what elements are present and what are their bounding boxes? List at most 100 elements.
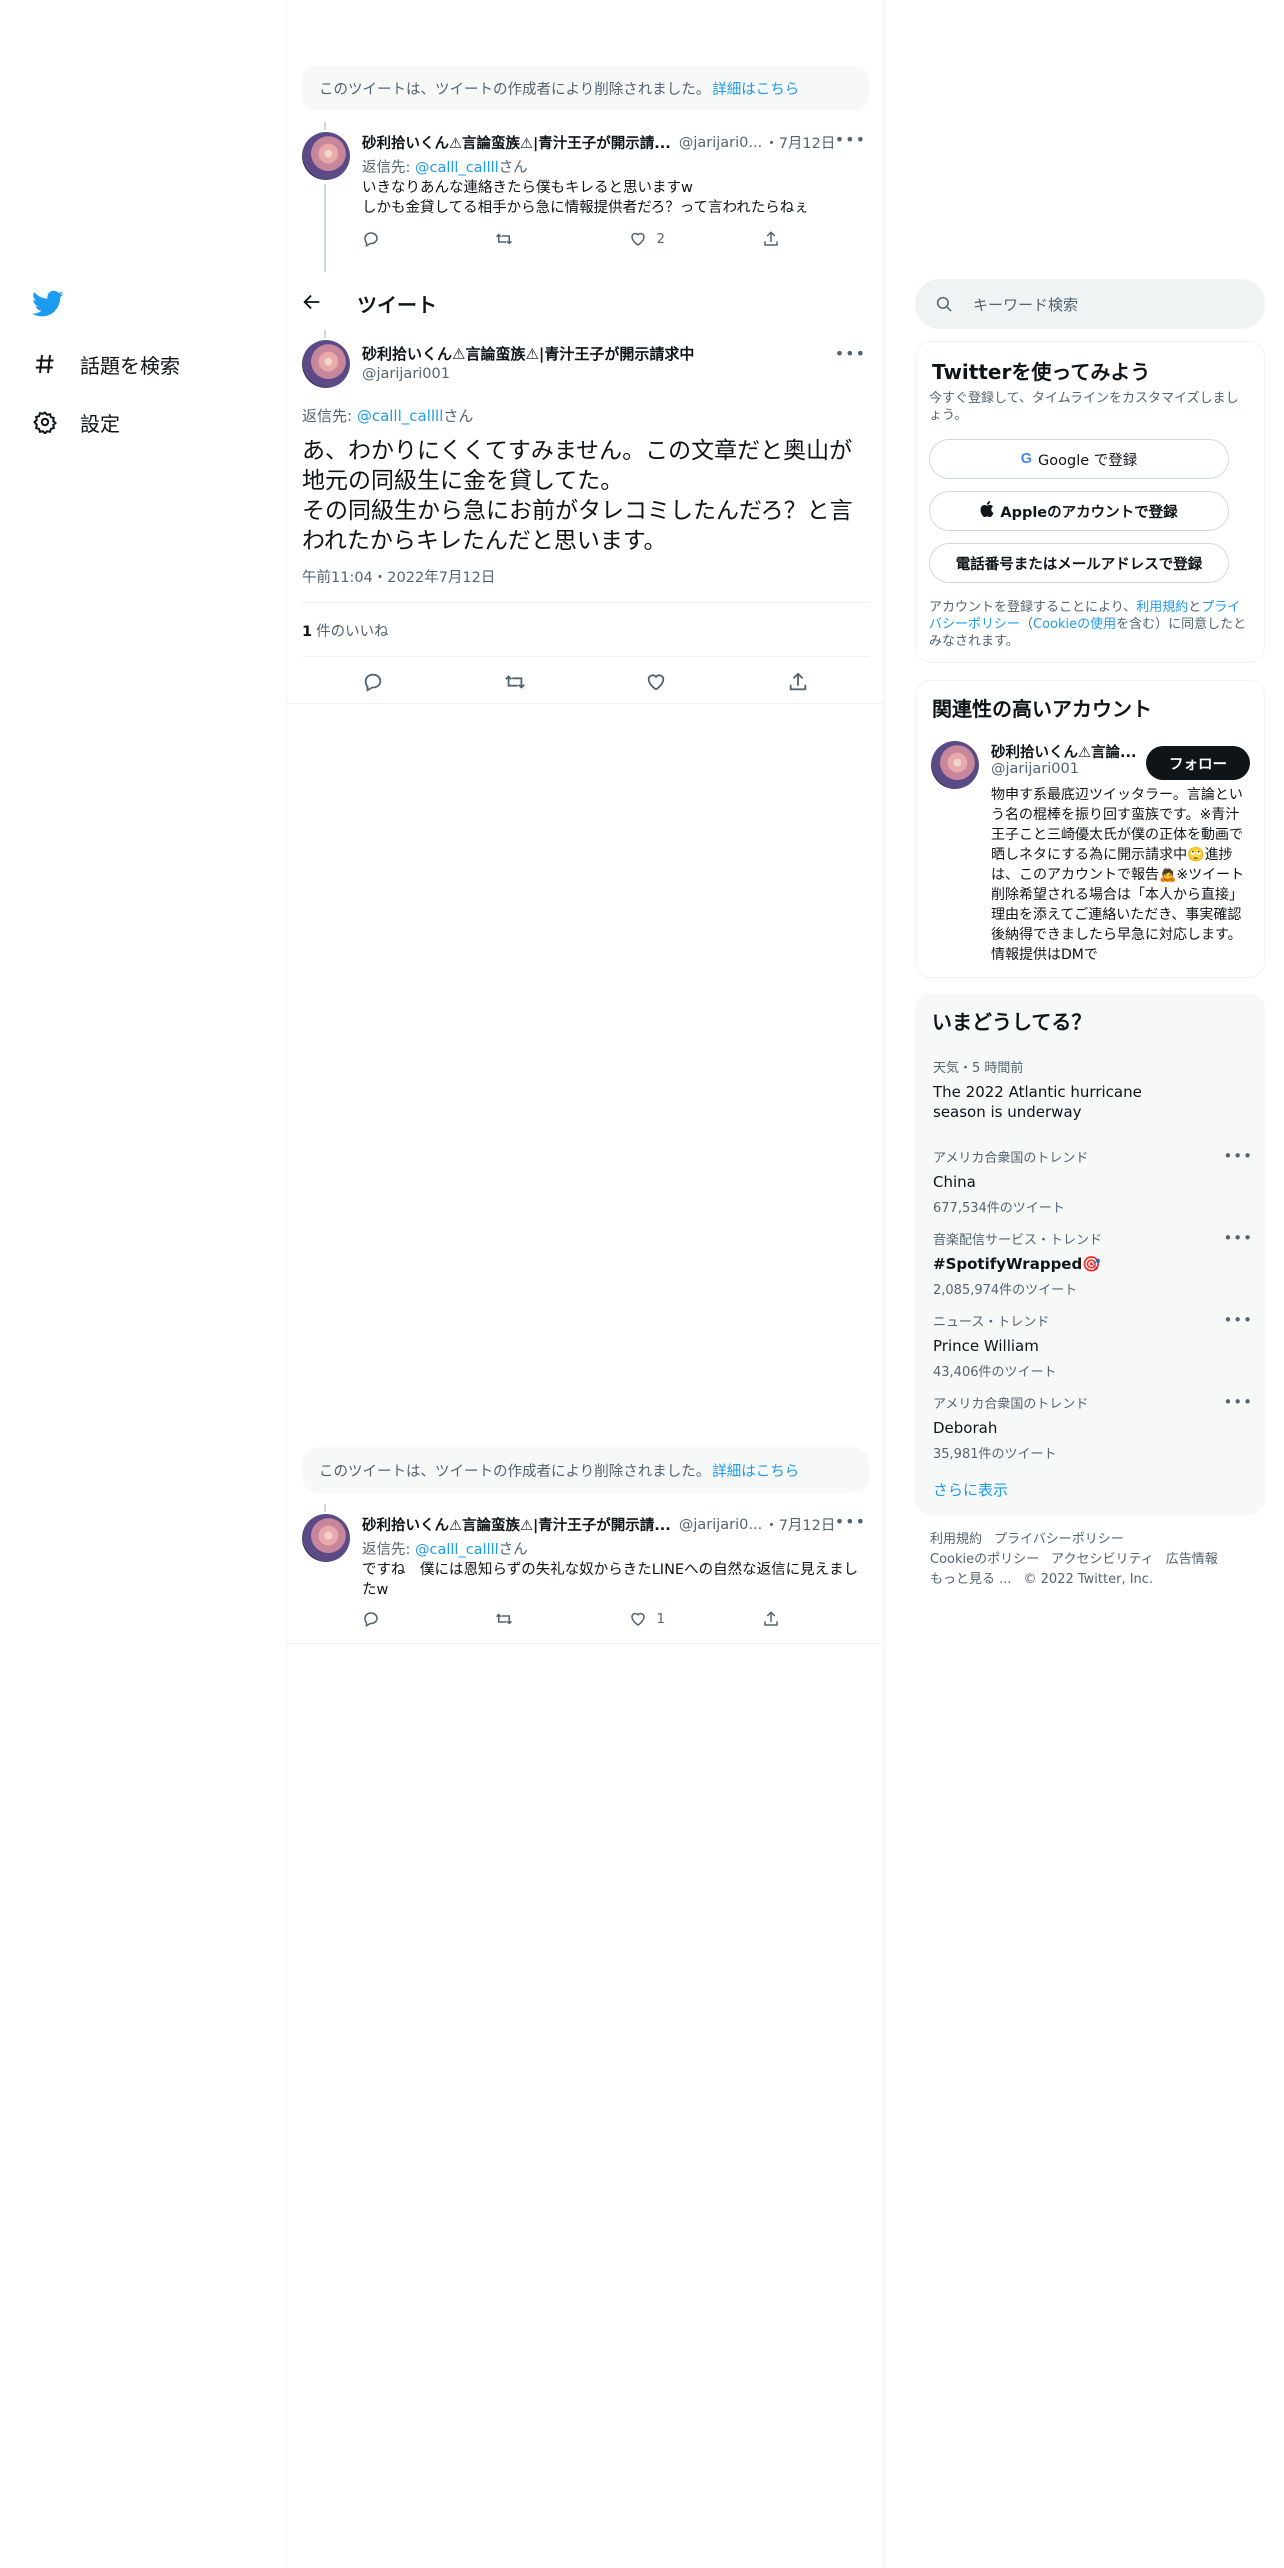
author-handle[interactable]: @jarijari0...	[679, 135, 762, 151]
trends-title: いまどうしてる？	[932, 1010, 1092, 1034]
trend-category: 天気・5 時間前	[933, 1061, 1024, 1076]
learn-more-link[interactable]: 詳細はこちら	[712, 78, 799, 99]
tweet-top[interactable]: 砂利拾いくん⚠言論蛮族⚠|青汁王子が開示請... @jarijari0... ・…	[287, 122, 884, 272]
learn-more-link[interactable]: 詳細はこちら	[712, 1460, 799, 1481]
tweet-text: あ、わかりにくくてすみません。この文章だと奥山が地元の同級生に金を貸してた。 そ…	[302, 438, 853, 554]
page-title: ツイート	[357, 293, 437, 317]
related-name[interactable]: 砂利拾いくん⚠言論...	[991, 741, 1137, 762]
trend-category: アメリカ合衆国のトレンド	[933, 1151, 1089, 1166]
like-button[interactable]: 1	[629, 1610, 669, 1628]
trend-name: Deborah	[933, 1419, 998, 1437]
thread-line	[324, 330, 326, 338]
author-handle[interactable]: @jarijari0...	[679, 1517, 762, 1533]
retweet-button[interactable]	[504, 671, 526, 697]
tweet-header: 砂利拾いくん⚠言論蛮族⚠|青汁王子が開示請... @jarijari0... ・…	[362, 132, 835, 153]
more-icon[interactable]: •••	[1223, 1311, 1253, 1329]
avatar[interactable]	[302, 132, 350, 180]
search-icon	[936, 296, 952, 312]
more-icon[interactable]: •••	[835, 130, 866, 149]
likes-summary[interactable]: 1 件のいいね	[302, 620, 389, 641]
phone-signup-button[interactable]: 電話番号またはメールアドレスで登録	[929, 543, 1229, 583]
trend-item[interactable]: アメリカ合衆国のトレンド Deborah 35,981件のツイート •••	[933, 1393, 1253, 1462]
trend-category: ニュース・トレンド	[933, 1315, 1050, 1330]
show-more-link[interactable]: さらに表示	[933, 1479, 1008, 1500]
heart-icon	[630, 1612, 645, 1626]
avatar[interactable]	[302, 1514, 350, 1562]
more-icon[interactable]: •••	[835, 344, 866, 363]
author-name[interactable]: 砂利拾いくん⚠言論蛮族⚠|青汁王子が開示請...	[362, 1514, 671, 1535]
reply-user-link[interactable]: @calll_callll	[415, 160, 499, 176]
deleted-tweet-notice: このツイートは、ツイートの作成者により削除されました。 詳細はこちら	[302, 65, 869, 111]
more-icon[interactable]: •••	[1223, 1393, 1253, 1411]
share-button[interactable]	[762, 230, 802, 248]
more-icon[interactable]: •••	[835, 1512, 866, 1531]
trend-name: China	[933, 1173, 976, 1191]
nav-explore-label: 話題を検索	[80, 353, 180, 378]
trend-item[interactable]: 音楽配信サービス・トレンド #SpotifyWrapped🎯 2,085,974…	[933, 1229, 1253, 1298]
footer-more-link[interactable]: もっと見る ...	[930, 1572, 1012, 1587]
reply-icon	[364, 1612, 378, 1628]
more-icon[interactable]: •••	[1223, 1147, 1253, 1165]
reply-user-link[interactable]: @calll_callll	[357, 407, 444, 425]
like-count: 2	[656, 231, 665, 247]
tweet-actions: 2	[362, 230, 802, 248]
tweet-bottom[interactable]: 砂利拾いくん⚠言論蛮族⚠|青汁王子が開示請... @jarijari0... ・…	[287, 1504, 884, 1644]
terms-link[interactable]: 利用規約	[1136, 600, 1188, 615]
like-button[interactable]: 2	[629, 230, 669, 248]
more-icon[interactable]: •••	[1223, 1229, 1253, 1247]
footer-cookie-link[interactable]: Cookieのポリシー	[930, 1552, 1039, 1567]
reply-button[interactable]	[362, 230, 402, 248]
reply-icon	[364, 673, 382, 692]
trend-category: アメリカ合衆国のトレンド	[933, 1397, 1089, 1412]
back-arrow-icon[interactable]	[301, 291, 325, 315]
footer-accessibility-link[interactable]: アクセシビリティ	[1051, 1552, 1154, 1567]
trend-category: 音楽配信サービス・トレンド	[933, 1233, 1103, 1248]
gear-icon	[32, 409, 58, 435]
deleted-notice-text: このツイートは、ツイートの作成者により削除されました。	[319, 81, 711, 98]
share-button[interactable]	[787, 671, 809, 697]
author-handle[interactable]: @jarijari001	[362, 366, 450, 382]
retweet-icon	[496, 1613, 513, 1625]
retweet-button[interactable]	[495, 230, 535, 248]
related-accounts-panel: 関連性の高いアカウント 砂利拾いくん⚠言論... @jarijari001 フォ…	[915, 680, 1265, 978]
trend-item[interactable]: 天気・5 時間前 The 2022 Atlantic hurricane sea…	[933, 1057, 1253, 1122]
author-name[interactable]: 砂利拾いくん⚠言論蛮族⚠|青汁王子が開示請...	[362, 132, 671, 153]
nav-settings-label: 設定	[80, 411, 120, 436]
like-button[interactable]	[645, 671, 667, 697]
footer-terms-link[interactable]: 利用規約	[930, 1532, 982, 1547]
tweet-timestamp[interactable]: 午前11:04・2022年7月12日	[302, 566, 495, 587]
twitter-logo-icon[interactable]	[32, 290, 64, 320]
google-signup-button[interactable]: G Google で登録	[929, 439, 1229, 479]
apple-signup-button[interactable]: Appleのアカウントで登録	[929, 491, 1229, 531]
reply-button[interactable]	[362, 671, 384, 697]
trend-item[interactable]: アメリカ合衆国のトレンド China 677,534件のツイート •••	[933, 1147, 1253, 1216]
footer-ads-link[interactable]: 広告情報	[1166, 1552, 1218, 1567]
footer-privacy-link[interactable]: プライバシーポリシー	[994, 1532, 1124, 1547]
author-name[interactable]: 砂利拾いくん⚠言論蛮族⚠|青汁王子が開示請求中	[362, 343, 694, 364]
tweet-date[interactable]: ・7月12日	[764, 132, 835, 153]
tweet-page-header: ツイート	[287, 277, 884, 330]
trend-count: 677,534件のツイート	[933, 1201, 1065, 1216]
like-count: 1	[656, 1611, 665, 1627]
deleted-notice-text: このツイートは、ツイートの作成者により削除されました。	[319, 1463, 711, 1480]
nav-settings[interactable]: 設定	[32, 402, 120, 442]
trend-item[interactable]: ニュース・トレンド Prince William 43,406件のツイート ••…	[933, 1311, 1253, 1380]
search-bar[interactable]: キーワード検索	[915, 279, 1265, 329]
reply-button[interactable]	[362, 1610, 402, 1628]
cookie-link[interactable]: Cookieの使用	[1033, 617, 1116, 632]
retweet-button[interactable]	[495, 1610, 535, 1628]
divider	[302, 656, 869, 657]
tweet-actions: 1	[362, 1610, 802, 1628]
share-button[interactable]	[762, 1610, 802, 1628]
avatar[interactable]	[931, 741, 979, 789]
reply-icon	[364, 232, 378, 248]
follow-button[interactable]: フォロー	[1146, 746, 1250, 780]
trends-panel: いまどうしてる？ 天気・5 時間前 The 2022 Atlantic hurr…	[915, 993, 1265, 1515]
reply-user-link[interactable]: @calll_callll	[415, 1542, 499, 1558]
related-bio: 物申す系最底辺ツイッタラー。言論という名の棍棒を振り回す蛮族です。※青汁王子こと…	[991, 787, 1245, 963]
tweet-date[interactable]: ・7月12日	[764, 1514, 835, 1535]
related-handle[interactable]: @jarijari001	[991, 761, 1079, 777]
avatar[interactable]	[302, 340, 350, 388]
tweet-header: 砂利拾いくん⚠言論蛮族⚠|青汁王子が開示請... @jarijari0... ・…	[362, 1514, 835, 1535]
nav-explore[interactable]: 話題を検索	[32, 344, 180, 384]
